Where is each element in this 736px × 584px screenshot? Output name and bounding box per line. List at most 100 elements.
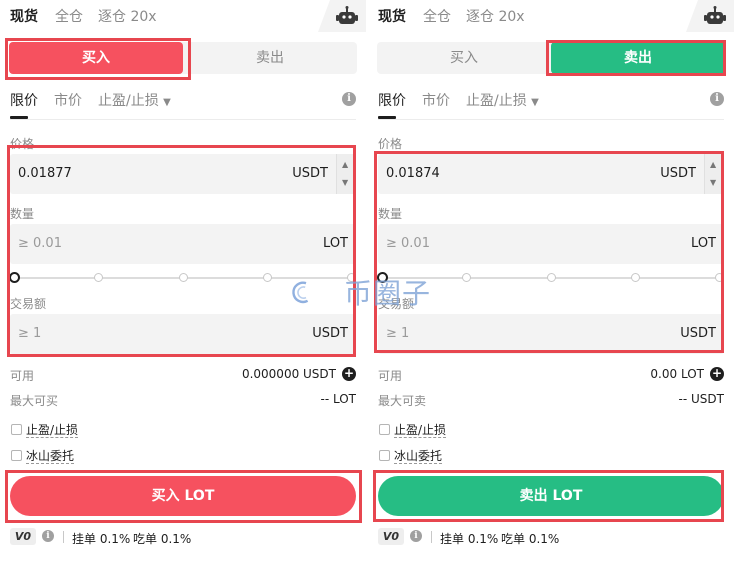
watermark-logo	[292, 281, 309, 304]
sell-tab-button[interactable]: 卖出	[551, 42, 725, 74]
sell-submit-button[interactable]: 卖出 LOT	[378, 476, 724, 516]
step-down-icon[interactable]: ▼	[710, 178, 716, 187]
info-icon[interactable]: i	[42, 530, 54, 542]
slider-stop-25[interactable]	[94, 273, 103, 282]
sell-tab-button[interactable]: 卖出	[183, 42, 357, 74]
tpsl-tab-label: 止盈/止损	[98, 93, 159, 109]
available-value: 0.000000 USDT	[241, 367, 336, 381]
tpsl-checkbox[interactable]	[11, 424, 22, 435]
slider-stop-25[interactable]	[462, 273, 471, 282]
order-type-tabs: 限价 市价 止盈/止损 ▼ i	[378, 88, 724, 120]
tpsl-checkbox[interactable]	[379, 424, 390, 435]
max-sell-label: 最大可卖	[378, 394, 427, 408]
iceberg-checkbox[interactable]	[379, 450, 390, 461]
amount-label: 交易额	[10, 297, 47, 311]
info-icon[interactable]: i	[710, 92, 724, 106]
price-stepper[interactable]: ▲ ▼	[336, 154, 356, 194]
buy-submit-button[interactable]: 买入 LOT	[10, 476, 356, 516]
watermark-text: 币圈子	[344, 277, 432, 310]
price-value: 0.01874	[386, 166, 440, 181]
robot-icon	[704, 6, 726, 24]
slider-stop-50[interactable]	[179, 273, 188, 282]
price-label: 价格	[10, 137, 35, 151]
tab-limit-order[interactable]: 限价	[10, 90, 38, 110]
max-buy-label: 最大可买	[10, 394, 59, 408]
trading-bot-button[interactable]	[318, 0, 366, 32]
account-mode-tabs: 现货 全仓 逐仓 20x	[0, 0, 366, 32]
tab-isolated-margin[interactable]: 逐仓 20x	[466, 6, 525, 26]
tab-market-order[interactable]: 市价	[422, 90, 450, 110]
tab-cross-margin[interactable]: 全仓	[423, 6, 451, 26]
order-type-tabs: 限价 市价 止盈/止损 ▼ i	[10, 88, 356, 120]
account-mode-tabs: 现货 全仓 逐仓 20x	[368, 0, 734, 32]
tpsl-checkbox-label[interactable]: 止盈/止损	[394, 423, 447, 438]
available-value: 0.00 LOT	[650, 367, 704, 381]
buy-tab-button[interactable]: 买入	[377, 42, 551, 74]
divider	[63, 531, 64, 543]
robot-icon	[336, 6, 358, 24]
quantity-placeholder: ≥ 0.01	[18, 236, 62, 251]
divider	[431, 531, 432, 543]
quantity-label: 数量	[10, 207, 35, 221]
iceberg-checkbox-label[interactable]: 冰山委托	[26, 449, 75, 464]
available-label: 可用	[10, 369, 35, 383]
trading-bot-button[interactable]	[686, 0, 734, 32]
price-stepper[interactable]: ▲ ▼	[704, 154, 724, 194]
quantity-unit: LOT	[691, 236, 716, 251]
maker-fee: 挂单 0.1%	[440, 532, 499, 546]
quantity-input[interactable]: ≥ 0.01 LOT	[10, 224, 356, 264]
iceberg-checkbox[interactable]	[11, 450, 22, 461]
active-tab-indicator	[378, 116, 396, 119]
tab-isolated-margin[interactable]: 逐仓 20x	[98, 6, 157, 26]
price-value: 0.01877	[18, 166, 72, 181]
maker-fee: 挂单 0.1%	[72, 532, 131, 546]
taker-fee: 吃单 0.1%	[133, 532, 192, 546]
amount-placeholder: ≥ 1	[18, 326, 42, 341]
amount-input[interactable]: ≥ 1 USDT	[378, 314, 724, 354]
quantity-input[interactable]: ≥ 0.01 LOT	[378, 224, 724, 264]
amount-unit: USDT	[312, 326, 348, 341]
step-up-icon[interactable]: ▲	[710, 160, 716, 169]
buy-sell-toggle: 买入 卖出	[9, 42, 357, 74]
tab-limit-order[interactable]: 限价	[378, 90, 406, 110]
info-icon[interactable]: i	[342, 92, 356, 106]
plus-circle-icon[interactable]: +	[342, 367, 356, 381]
max-sell-value: -- USDT	[678, 392, 724, 406]
tpsl-checkbox-label[interactable]: 止盈/止损	[26, 423, 79, 438]
price-label: 价格	[378, 137, 403, 151]
slider-stop-100[interactable]	[715, 273, 724, 282]
vip-level-badge[interactable]: V0	[378, 528, 404, 545]
price-unit: USDT	[660, 166, 696, 181]
fee-info: V0 i 挂单 0.1% 吃单 0.1%	[378, 528, 724, 546]
price-input[interactable]: 0.01874 USDT ▲ ▼	[378, 154, 724, 194]
quantity-label: 数量	[378, 207, 403, 221]
iceberg-checkbox-label[interactable]: 冰山委托	[394, 449, 443, 464]
step-up-icon[interactable]: ▲	[342, 160, 348, 169]
caret-down-icon: ▼	[531, 97, 539, 108]
slider-stop-50[interactable]	[547, 273, 556, 282]
max-buy-value: -- LOT	[320, 392, 356, 406]
price-input[interactable]: 0.01877 USDT ▲ ▼	[10, 154, 356, 194]
tpsl-tab-label: 止盈/止损	[466, 93, 527, 109]
step-down-icon[interactable]: ▼	[342, 178, 348, 187]
quantity-placeholder: ≥ 0.01	[386, 236, 430, 251]
tab-tpsl-order[interactable]: 止盈/止损 ▼	[466, 90, 539, 110]
slider-stop-75[interactable]	[631, 273, 640, 282]
info-icon[interactable]: i	[410, 530, 422, 542]
quantity-unit: LOT	[323, 236, 348, 251]
caret-down-icon: ▼	[163, 97, 171, 108]
slider-stop-75[interactable]	[263, 273, 272, 282]
available-label: 可用	[378, 369, 403, 383]
active-tab-indicator	[10, 116, 28, 119]
buy-sell-toggle: 买入 卖出	[377, 42, 725, 74]
buy-tab-button[interactable]: 买入	[9, 42, 183, 74]
tab-spot[interactable]: 现货	[10, 6, 38, 26]
tab-spot[interactable]: 现货	[378, 6, 406, 26]
tab-market-order[interactable]: 市价	[54, 90, 82, 110]
plus-circle-icon[interactable]: +	[710, 367, 724, 381]
vip-level-badge[interactable]: V0	[10, 528, 36, 545]
tab-tpsl-order[interactable]: 止盈/止损 ▼	[98, 90, 171, 110]
tab-cross-margin[interactable]: 全仓	[55, 6, 83, 26]
fee-info: V0 i 挂单 0.1% 吃单 0.1%	[10, 528, 356, 546]
slider-handle[interactable]	[9, 272, 20, 283]
